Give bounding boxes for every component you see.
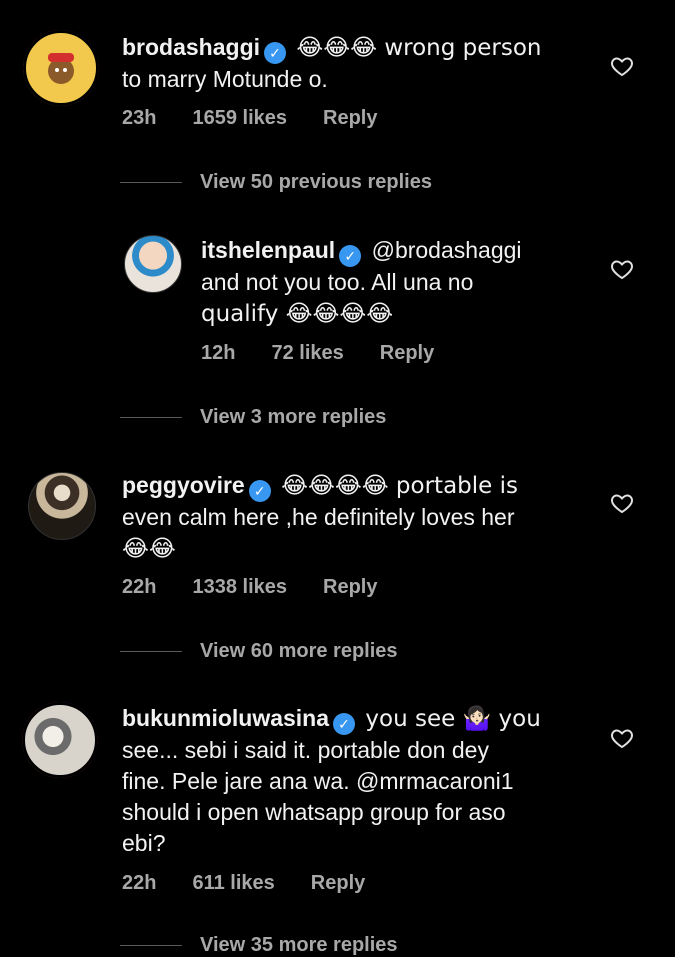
heart-outline-icon[interactable] (610, 257, 634, 281)
heart-outline-icon[interactable] (610, 491, 634, 515)
view-replies-label: View 50 previous replies (200, 171, 432, 193)
username[interactable]: bukunmioluwasina (122, 705, 329, 731)
username[interactable]: brodashaggi (122, 34, 260, 60)
like-count[interactable]: 611 likes (192, 872, 274, 895)
avatar[interactable] (124, 235, 182, 293)
view-replies-label: View 3 more replies (200, 406, 387, 428)
divider (120, 417, 182, 418)
like-count[interactable]: 1338 likes (192, 576, 287, 599)
comment-text-line: and not you too. All una no (201, 269, 474, 295)
comment-text-line: 😂😂😂 wrong person (296, 35, 542, 61)
view-replies-button[interactable]: View 35 more replies (120, 934, 398, 957)
comment-time: 22h (122, 872, 157, 894)
verified-badge-icon: ✓ (333, 713, 356, 735)
comment-text-line: see... sebi i said it. portable don dey (122, 737, 489, 763)
verified-badge-icon: ✓ (264, 42, 287, 64)
comment-text-line: 😂😂😂😂 portable is (281, 473, 518, 499)
heart-outline-icon[interactable] (610, 54, 634, 78)
view-replies-label: View 60 more replies (200, 640, 398, 662)
divider (120, 945, 182, 946)
avatar[interactable] (28, 472, 96, 540)
avatar[interactable] (23, 30, 99, 106)
divider (120, 651, 182, 652)
view-replies-button[interactable]: View 60 more replies (120, 640, 398, 663)
view-replies-button[interactable]: View 50 previous replies (120, 171, 432, 194)
view-replies-button[interactable]: View 3 more replies (120, 406, 386, 429)
username[interactable]: peggyovire (122, 472, 245, 498)
comment-time: 22h (122, 576, 157, 598)
comment-text-line: to marry Motunde o. (122, 66, 328, 92)
comment-text-line: fine. Pele jare ana wa. @mrmacaroni1 (122, 768, 514, 794)
comment-text-line: qualify 😂😂😂😂 (201, 301, 394, 327)
view-replies-label: View 35 more replies (200, 934, 398, 956)
avatar-cartoon-icon (48, 53, 74, 84)
reply-button[interactable]: Reply (323, 576, 377, 599)
like-count[interactable]: 72 likes (271, 342, 343, 365)
like-count[interactable]: 1659 likes (192, 107, 287, 130)
divider (120, 182, 182, 183)
comment-text-line: you see 🤷🏻‍♀️ you (365, 706, 541, 732)
comment-time: 12h (201, 342, 236, 364)
comment-text-line: should i open whatsapp group for aso (122, 799, 506, 825)
reply-button[interactable]: Reply (323, 107, 377, 130)
comment-text-line: 😂😂 (122, 536, 176, 562)
comment-time: 23h (122, 107, 157, 129)
avatar[interactable] (22, 702, 98, 778)
comment-text-line: ebi? (122, 830, 166, 856)
comment-text-line: even calm here ,he definitely loves her (122, 504, 515, 530)
verified-badge-icon: ✓ (248, 480, 271, 502)
mention-link[interactable]: @brodashaggi (372, 237, 522, 263)
reply-button[interactable]: Reply (380, 342, 434, 365)
heart-outline-icon[interactable] (610, 726, 634, 750)
verified-badge-icon: ✓ (339, 245, 362, 267)
reply-button[interactable]: Reply (311, 872, 365, 895)
username[interactable]: itshelenpaul (201, 237, 335, 263)
